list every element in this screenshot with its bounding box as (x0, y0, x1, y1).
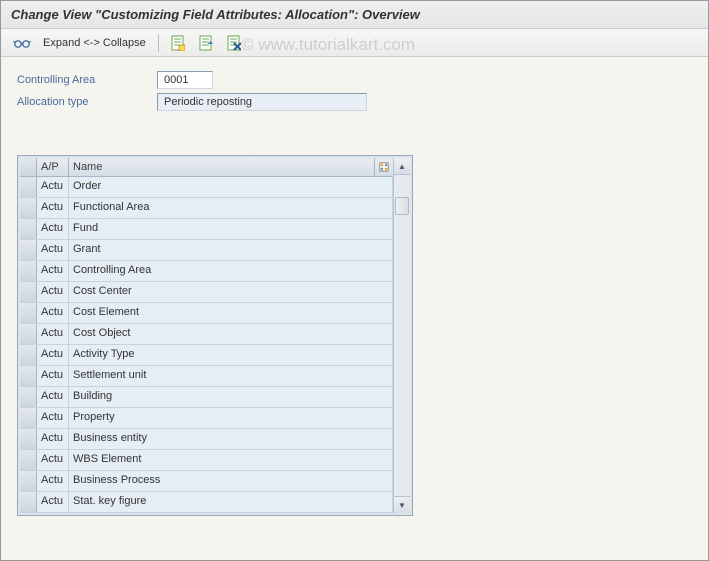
cell-ap[interactable]: Actu (37, 408, 69, 428)
cell-ap[interactable]: Actu (37, 198, 69, 218)
table-row[interactable]: ActuSettlement unit (20, 366, 393, 387)
cell-ap[interactable]: Actu (37, 282, 69, 302)
table-row[interactable]: ActuCost Center (20, 282, 393, 303)
row-selector[interactable] (20, 198, 37, 218)
table-row[interactable]: ActuBusiness entity (20, 429, 393, 450)
row-selector[interactable] (20, 177, 37, 197)
table-config-icon[interactable] (375, 158, 393, 176)
table-row[interactable]: ActuOrder (20, 177, 393, 198)
cell-ap[interactable]: Actu (37, 177, 69, 197)
delete-icon[interactable] (223, 33, 245, 53)
table-wrapper: A/P Name ActuOrderActuFunctional AreaAct… (17, 155, 413, 516)
cell-ap[interactable]: Actu (37, 345, 69, 365)
vertical-scrollbar[interactable]: ▲ ▼ (393, 158, 410, 513)
toolbar: Expand <-> Collapse (1, 29, 708, 57)
cell-name[interactable]: Stat. key figure (69, 492, 393, 512)
allocation-type-label: Allocation type (17, 96, 157, 108)
row-selector[interactable] (20, 387, 37, 407)
table-row[interactable]: ActuFunctional Area (20, 198, 393, 219)
cell-name[interactable]: WBS Element (69, 450, 393, 470)
cell-ap[interactable]: Actu (37, 240, 69, 260)
toolbar-separator (158, 34, 159, 52)
table-row[interactable]: ActuGrant (20, 240, 393, 261)
cell-ap[interactable]: Actu (37, 366, 69, 386)
table-row[interactable]: ActuActivity Type (20, 345, 393, 366)
cell-name[interactable]: Business entity (69, 429, 393, 449)
cell-ap[interactable]: Actu (37, 303, 69, 323)
glasses-detail-icon[interactable] (11, 33, 33, 53)
form-area: Controlling Area Allocation type (1, 57, 708, 125)
scroll-up-button[interactable]: ▲ (394, 158, 410, 175)
row-selector[interactable] (20, 303, 37, 323)
row-selector[interactable] (20, 492, 37, 512)
table-row[interactable]: ActuCost Object (20, 324, 393, 345)
row-selector[interactable] (20, 345, 37, 365)
table-row[interactable]: ActuWBS Element (20, 450, 393, 471)
allocation-type-input[interactable] (157, 93, 367, 111)
table-row[interactable]: ActuFund (20, 219, 393, 240)
scroll-thumb[interactable] (395, 197, 409, 215)
row-selector[interactable] (20, 429, 37, 449)
cell-ap[interactable]: Actu (37, 387, 69, 407)
cell-name[interactable]: Fund (69, 219, 393, 239)
cell-name[interactable]: Settlement unit (69, 366, 393, 386)
copy-as-icon[interactable] (195, 33, 217, 53)
row-selector[interactable] (20, 219, 37, 239)
expand-collapse-button[interactable]: Expand <-> Collapse (39, 35, 150, 51)
cell-name[interactable]: Property (69, 408, 393, 428)
table-row[interactable]: ActuProperty (20, 408, 393, 429)
row-selector[interactable] (20, 240, 37, 260)
cell-name[interactable]: Controlling Area (69, 261, 393, 281)
cell-name[interactable]: Cost Center (69, 282, 393, 302)
cell-name[interactable]: Activity Type (69, 345, 393, 365)
row-selector[interactable] (20, 282, 37, 302)
page-title: Change View "Customizing Field Attribute… (1, 1, 708, 29)
cell-ap[interactable]: Actu (37, 471, 69, 491)
cell-name[interactable]: Grant (69, 240, 393, 260)
cell-ap[interactable]: Actu (37, 324, 69, 344)
table-row[interactable]: ActuStat. key figure (20, 492, 393, 513)
row-selector[interactable] (20, 408, 37, 428)
select-all-header[interactable] (20, 158, 37, 176)
row-selector[interactable] (20, 324, 37, 344)
data-table: A/P Name ActuOrderActuFunctional AreaAct… (20, 158, 393, 513)
cell-ap[interactable]: Actu (37, 219, 69, 239)
cell-ap[interactable]: Actu (37, 261, 69, 281)
cell-name[interactable]: Cost Element (69, 303, 393, 323)
cell-name[interactable]: Order (69, 177, 393, 197)
table-row[interactable]: ActuBuilding (20, 387, 393, 408)
new-entries-icon[interactable] (167, 33, 189, 53)
cell-ap[interactable]: Actu (37, 492, 69, 512)
scroll-down-button[interactable]: ▼ (394, 496, 410, 513)
row-selector[interactable] (20, 471, 37, 491)
table-row[interactable]: ActuCost Element (20, 303, 393, 324)
controlling-area-label: Controlling Area (17, 74, 157, 86)
column-header-name[interactable]: Name (69, 158, 375, 176)
cell-ap[interactable]: Actu (37, 450, 69, 470)
cell-name[interactable]: Functional Area (69, 198, 393, 218)
row-selector[interactable] (20, 450, 37, 470)
scroll-track[interactable] (394, 175, 410, 496)
table-row[interactable]: ActuControlling Area (20, 261, 393, 282)
cell-ap[interactable]: Actu (37, 429, 69, 449)
cell-name[interactable]: Cost Object (69, 324, 393, 344)
row-selector[interactable] (20, 366, 37, 386)
controlling-area-input[interactable] (157, 71, 213, 89)
row-selector[interactable] (20, 261, 37, 281)
cell-name[interactable]: Business Process (69, 471, 393, 491)
column-header-ap[interactable]: A/P (37, 158, 69, 176)
table-row[interactable]: ActuBusiness Process (20, 471, 393, 492)
cell-name[interactable]: Building (69, 387, 393, 407)
